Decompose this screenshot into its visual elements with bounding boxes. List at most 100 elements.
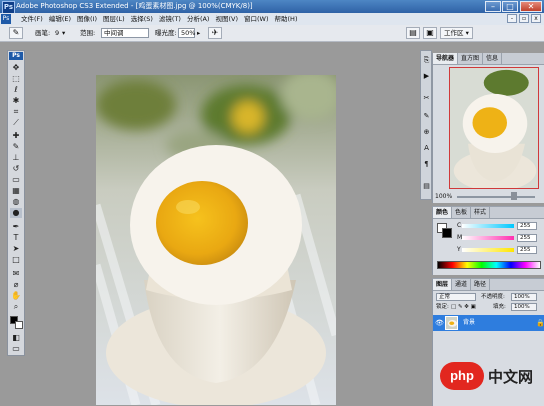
tab-channels[interactable]: 通道 <box>452 279 472 290</box>
slice-tool-icon[interactable]: ⟋ <box>10 118 22 128</box>
history-brush-tool-icon[interactable]: ↺ <box>10 164 22 174</box>
menu-filter[interactable]: 滤镜(T) <box>156 13 184 25</box>
options-bar: ✎ 画笔: 9 ▾ 范围: 中间调 曝光度: 50% ▸ ✈ ▤ ▣ 工作区 ▾ <box>0 25 544 42</box>
workspace-button[interactable]: 工作区 ▾ <box>440 27 473 39</box>
tab-styles[interactable]: 样式 <box>471 207 491 218</box>
exposure-field[interactable]: 50% <box>178 28 195 38</box>
layer-comps-icon[interactable]: ▤ <box>422 181 431 191</box>
window-title: Adobe Photoshop CS3 Extended - [鸡蛋素材图.jp… <box>16 2 253 10</box>
channel-value-field[interactable]: 255 <box>517 246 537 254</box>
quick-mask-icon[interactable]: ◧ <box>10 333 22 343</box>
lock-icons[interactable]: □ ✎ ✥ ▣ <box>451 303 476 311</box>
opacity-label: 不透明度: <box>481 294 505 300</box>
tab-paths[interactable]: 路径 <box>471 279 491 290</box>
channel-value-field[interactable]: 255 <box>517 222 537 230</box>
paragraph-panel-icon[interactable]: ¶ <box>422 159 431 169</box>
document-canvas[interactable] <box>96 75 336 405</box>
channel-slider[interactable] <box>462 248 514 252</box>
tab-navigator[interactable]: 导航器 <box>433 53 459 64</box>
menu-file[interactable]: 文件(F) <box>18 13 46 25</box>
channel-slider[interactable] <box>462 236 514 240</box>
doc-close-button[interactable]: x <box>531 14 541 23</box>
brush-tool-icon[interactable]: ✎ <box>10 142 22 152</box>
toolbox: Ps ✥ ⬚ ℓ ✱ ⌗ ⟋ ✚ ✎ ⊥ ↺ ▭ ▦ ◍ ● ✒ T ➤ □ ✉… <box>7 50 25 356</box>
navigator-zoom-slider[interactable] <box>457 196 535 198</box>
zoom-tool-icon[interactable]: ⌕ <box>10 302 22 312</box>
opacity-field[interactable]: 100% <box>511 293 537 301</box>
layer-row-background[interactable]: 👁 背景 🔒 <box>433 315 544 331</box>
healing-brush-tool-icon[interactable]: ✚ <box>10 131 22 141</box>
pen-tool-icon[interactable]: ✒ <box>10 222 22 232</box>
doc-restore-button[interactable]: ▫ <box>519 14 529 23</box>
clone-stamp-tool-icon[interactable]: ⊥ <box>10 153 22 163</box>
exposure-dropdown-icon[interactable]: ▸ <box>197 25 200 41</box>
character-panel-icon[interactable]: A <box>422 143 431 153</box>
close-button[interactable]: ✕ <box>520 1 542 12</box>
navigator-zoom-slider-handle[interactable] <box>511 192 517 200</box>
navigator-zoom-value[interactable]: 100% <box>435 193 452 200</box>
minimize-button[interactable]: – <box>485 1 501 12</box>
eyedropper-tool-icon[interactable]: ⌀ <box>10 280 22 290</box>
menu-window[interactable]: 窗口(W) <box>241 13 272 25</box>
layer-name: 背景 <box>463 319 476 326</box>
navigator-thumbnail[interactable] <box>449 67 539 189</box>
blend-mode-select[interactable]: 正常 <box>436 293 476 301</box>
tab-info[interactable]: 信息 <box>483 53 503 64</box>
move-tool-icon[interactable]: ✥ <box>10 63 22 73</box>
tab-layers[interactable]: 图层 <box>433 279 453 290</box>
channel-value-field[interactable]: 255 <box>517 234 537 242</box>
layer-thumbnail-image <box>446 317 457 329</box>
actions-panel-icon[interactable]: ▶ <box>422 71 431 81</box>
palette-well-icon[interactable]: ▤ <box>406 27 420 39</box>
lasso-tool-icon[interactable]: ℓ <box>10 85 22 95</box>
brushes-panel-icon[interactable]: ✎ <box>422 111 431 121</box>
blur-tool-icon[interactable]: ◍ <box>10 197 22 207</box>
color-channel-row: M 255 <box>457 234 544 242</box>
tool-preset-picker[interactable]: ✎ <box>9 27 23 39</box>
history-panel-icon[interactable]: ⎘ <box>422 55 431 65</box>
clone-source-icon[interactable]: ⊕ <box>422 127 431 137</box>
menu-view[interactable]: 视图(V) <box>212 13 241 25</box>
range-select[interactable]: 中间调 <box>101 28 149 38</box>
gradient-tool-icon[interactable]: ▦ <box>10 186 22 196</box>
menu-image[interactable]: 图像(I) <box>74 13 100 25</box>
hand-tool-icon[interactable]: ✋ <box>10 291 22 301</box>
dodge-tool-icon[interactable]: ● <box>10 208 22 218</box>
screen-mode-icon[interactable]: ▭ <box>10 344 22 354</box>
menu-edit[interactable]: 编辑(E) <box>46 13 74 25</box>
menu-select[interactable]: 选择(S) <box>128 13 156 25</box>
eraser-tool-icon[interactable]: ▭ <box>10 175 22 185</box>
tab-swatches[interactable]: 色板 <box>452 207 472 218</box>
menu-help[interactable]: 帮助(H) <box>272 13 301 25</box>
notes-tool-icon[interactable]: ✉ <box>10 269 22 279</box>
crop-tool-icon[interactable]: ⌗ <box>10 107 22 117</box>
airbrush-icon[interactable]: ✈ <box>208 27 222 39</box>
menu-analysis[interactable]: 分析(A) <box>184 13 213 25</box>
color-panel-background-swatch[interactable] <box>442 228 452 238</box>
maximize-button[interactable]: □ <box>502 1 518 12</box>
brush-dropdown-icon[interactable]: ▾ <box>62 25 65 41</box>
watermark-site-name: 中文网 <box>488 368 534 386</box>
php-logo: php <box>440 362 484 390</box>
color-ramp[interactable] <box>437 261 541 269</box>
tab-color[interactable]: 颜色 <box>433 207 453 218</box>
path-selection-tool-icon[interactable]: ➤ <box>10 244 22 254</box>
background-color-swatch[interactable] <box>15 321 23 329</box>
eye-visibility-icon[interactable]: 👁 <box>435 319 444 327</box>
tab-histogram[interactable]: 直方图 <box>458 53 484 64</box>
channel-label: Y <box>457 246 461 253</box>
bridge-icon[interactable]: ▣ <box>423 27 437 39</box>
ps-menu-icon[interactable]: Ps <box>1 14 11 24</box>
channel-slider[interactable] <box>462 224 514 228</box>
tool-presets-icon[interactable]: ✂ <box>422 93 431 103</box>
shape-tool-icon[interactable]: □ <box>10 255 22 265</box>
type-tool-icon[interactable]: T <box>10 233 22 243</box>
magic-wand-tool-icon[interactable]: ✱ <box>10 96 22 106</box>
menu-layer[interactable]: 图层(L) <box>100 13 128 25</box>
fill-field[interactable]: 100% <box>511 303 537 311</box>
marquee-tool-icon[interactable]: ⬚ <box>10 74 22 84</box>
range-label: 范围: <box>80 29 96 37</box>
doc-minimize-button[interactable]: - <box>507 14 517 23</box>
brush-size-value[interactable]: 9 <box>55 25 59 41</box>
color-channel-row: Y 255 <box>457 246 544 254</box>
